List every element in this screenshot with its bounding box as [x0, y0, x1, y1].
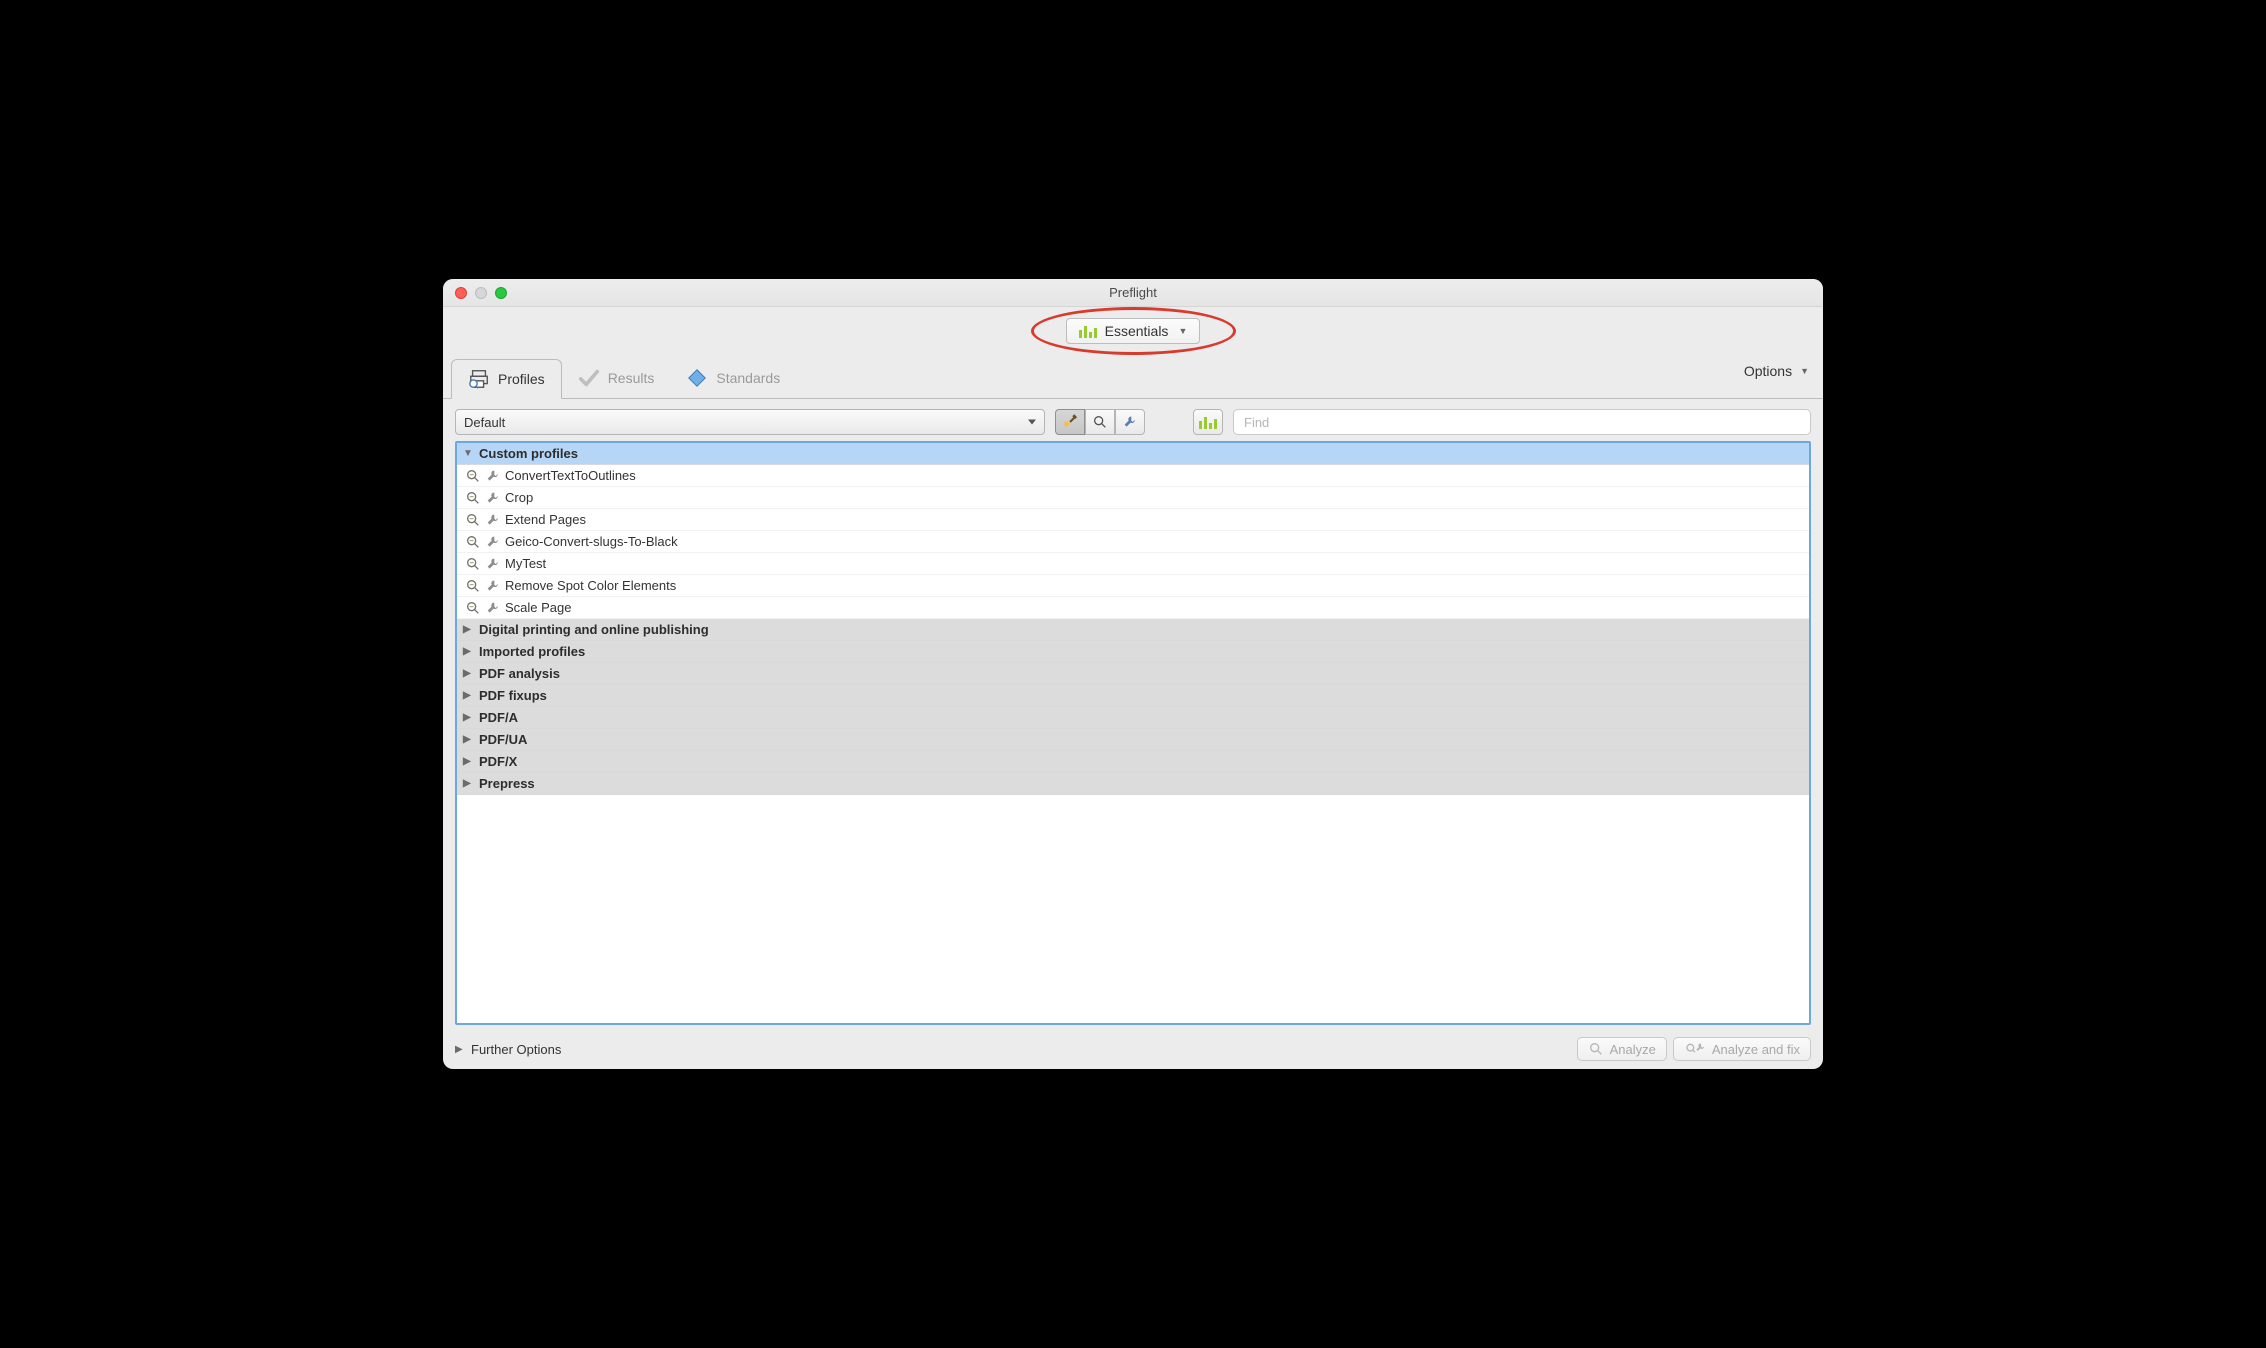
- profile-item[interactable]: Geico-Convert-slugs-To-Black: [457, 531, 1809, 553]
- footer-buttons: Analyze Analyze and fix: [1577, 1037, 1811, 1061]
- chevron-down-icon: ▼: [1178, 326, 1187, 336]
- group-header[interactable]: ▶ Digital printing and online publishing: [457, 619, 1809, 641]
- library-dropdown[interactable]: Essentials ▼: [1066, 318, 1201, 344]
- profile-set-dropdown-label: Default: [464, 415, 505, 430]
- group-header[interactable]: ▶ Prepress: [457, 773, 1809, 795]
- group-header[interactable]: ▼ Custom profiles: [457, 443, 1809, 465]
- group-header-label: PDF/A: [479, 710, 518, 725]
- analyze-button-label: Analyze: [1610, 1042, 1656, 1057]
- group-header-label: PDF fixups: [479, 688, 547, 703]
- profile-set-dropdown[interactable]: Default: [455, 409, 1045, 435]
- profile-item[interactable]: Extend Pages: [457, 509, 1809, 531]
- group-header[interactable]: ▶ PDF fixups: [457, 685, 1809, 707]
- profile-item-label: Crop: [505, 490, 533, 505]
- check-magnifier-icon: [465, 578, 481, 594]
- check-magnifier-icon: [465, 468, 481, 484]
- library-filter-button[interactable]: [1193, 409, 1223, 435]
- options-label: Options: [1744, 363, 1792, 379]
- analyze-button[interactable]: Analyze: [1577, 1037, 1667, 1061]
- tabs-row: Profiles Results Standards Options ▼: [443, 355, 1823, 399]
- group-header-label: Custom profiles: [479, 446, 578, 461]
- group-header[interactable]: ▶ PDF/UA: [457, 729, 1809, 751]
- wrench-icon: [485, 578, 501, 594]
- further-options-toggle[interactable]: ▶ Further Options: [455, 1042, 561, 1057]
- results-check-icon: [578, 367, 600, 389]
- profiles-list-panel: ▼ Custom profiles ConvertTextToOutlines Cro…: [455, 441, 1811, 1025]
- triangle-right-icon: ▶: [463, 668, 473, 679]
- view-filter-button-group: [1055, 409, 1145, 435]
- profile-item-label: Geico-Convert-slugs-To-Black: [505, 534, 678, 549]
- profile-item-label: MyTest: [505, 556, 546, 571]
- tab-results-label: Results: [608, 370, 655, 386]
- profile-item-label: Scale Page: [505, 600, 572, 615]
- triangle-right-icon: ▶: [463, 624, 473, 635]
- bars-icon: [1199, 415, 1217, 429]
- triangle-down-icon: ▼: [463, 448, 473, 459]
- wrench-icon: [485, 600, 501, 616]
- window-title: Preflight: [443, 285, 1823, 300]
- chevron-down-icon: ▼: [1800, 366, 1809, 376]
- group-header-label: PDF/X: [479, 754, 517, 769]
- library-bars-icon: [1079, 324, 1097, 338]
- options-menu-button[interactable]: Options ▼: [1744, 363, 1809, 379]
- titlebar: Preflight: [443, 279, 1823, 307]
- filter-fixups-button[interactable]: [1115, 409, 1145, 435]
- analyze-and-fix-button-label: Analyze and fix: [1712, 1042, 1800, 1057]
- profile-item-label: Remove Spot Color Elements: [505, 578, 676, 593]
- profile-item-label: ConvertTextToOutlines: [505, 468, 636, 483]
- standards-diamond-icon: [686, 367, 708, 389]
- group-header[interactable]: ▶ Imported profiles: [457, 641, 1809, 663]
- check-magnifier-icon: [465, 600, 481, 616]
- profile-item[interactable]: Scale Page: [457, 597, 1809, 619]
- profile-item[interactable]: Remove Spot Color Elements: [457, 575, 1809, 597]
- wrench-icon: [485, 468, 501, 484]
- triangle-right-icon: ▶: [455, 1044, 465, 1055]
- wrench-icon: [485, 512, 501, 528]
- triangle-right-icon: ▶: [463, 778, 473, 789]
- profiles-printer-icon: [468, 368, 490, 390]
- triangle-right-icon: ▶: [463, 734, 473, 745]
- library-row: Essentials ▼: [443, 307, 1823, 355]
- group-header-label: Imported profiles: [479, 644, 585, 659]
- further-options-label: Further Options: [471, 1042, 561, 1057]
- group-header-label: Prepress: [479, 776, 535, 791]
- find-input[interactable]: [1233, 409, 1811, 435]
- footer: ▶ Further Options Analyze Analyze and fi…: [443, 1033, 1823, 1069]
- group-header[interactable]: ▶ PDF/A: [457, 707, 1809, 729]
- preflight-window: Preflight Essentials ▼ Profiles Results: [443, 279, 1823, 1069]
- profile-item[interactable]: MyTest: [457, 553, 1809, 575]
- triangle-right-icon: ▶: [463, 756, 473, 767]
- analyze-and-fix-button[interactable]: Analyze and fix: [1673, 1037, 1811, 1061]
- check-magnifier-icon: [465, 534, 481, 550]
- check-magnifier-icon: [465, 556, 481, 572]
- wrench-icon: [485, 490, 501, 506]
- toolbar-row: Default: [443, 399, 1823, 441]
- check-magnifier-icon: [465, 490, 481, 506]
- group-header-label: PDF analysis: [479, 666, 560, 681]
- triangle-right-icon: ▶: [463, 690, 473, 701]
- group-header[interactable]: ▶ PDF analysis: [457, 663, 1809, 685]
- tab-profiles-label: Profiles: [498, 371, 545, 387]
- tab-results[interactable]: Results: [562, 358, 671, 398]
- group-header[interactable]: ▶ PDF/X: [457, 751, 1809, 773]
- tab-standards[interactable]: Standards: [670, 358, 796, 398]
- tab-standards-label: Standards: [716, 370, 780, 386]
- tab-profiles[interactable]: Profiles: [451, 359, 562, 399]
- wrench-icon: [485, 534, 501, 550]
- library-dropdown-label: Essentials: [1105, 323, 1169, 339]
- triangle-right-icon: ▶: [463, 646, 473, 657]
- group-header-label: Digital printing and online publishing: [479, 622, 709, 637]
- wrench-icon: [485, 556, 501, 572]
- profile-item[interactable]: Crop: [457, 487, 1809, 509]
- filter-checks-button[interactable]: [1085, 409, 1115, 435]
- group-header-label: PDF/UA: [479, 732, 527, 747]
- profile-item-label: Extend Pages: [505, 512, 586, 527]
- triangle-right-icon: ▶: [463, 712, 473, 723]
- filter-all-button[interactable]: [1055, 409, 1085, 435]
- check-magnifier-icon: [465, 512, 481, 528]
- profile-item[interactable]: ConvertTextToOutlines: [457, 465, 1809, 487]
